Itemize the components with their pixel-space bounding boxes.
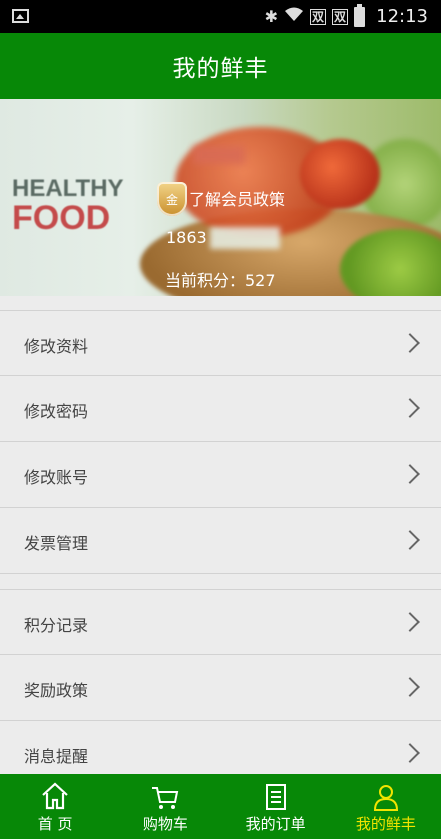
battery-icon — [354, 3, 365, 27]
menu-item-invoice-management[interactable]: 发票管理 — [0, 508, 441, 574]
banner-tomato-image-2 — [300, 139, 380, 209]
user-phone: 1863 — [166, 228, 207, 247]
menu-item-label: 积分记录 — [24, 616, 89, 635]
menu-item-label: 修改账号 — [24, 468, 89, 487]
chevron-right-icon — [400, 464, 420, 484]
chevron-right-icon — [400, 333, 420, 353]
tab-home-label: 首 页 — [37, 815, 73, 833]
tab-cart[interactable]: 购物车 — [110, 774, 220, 839]
phone-redacted — [210, 227, 280, 249]
chevron-right-icon — [400, 743, 420, 763]
app-header: 我的鲜丰 — [0, 33, 441, 99]
status-bar: ✱ 双 双 12:13 — [0, 0, 441, 33]
tab-orders[interactable]: 我的订单 — [221, 774, 331, 839]
gold-member-badge-icon: 金 — [157, 182, 187, 216]
menu-item-label: 修改密码 — [24, 402, 89, 421]
tab-cart-label: 购物车 — [142, 815, 188, 833]
chevron-right-icon — [400, 612, 420, 632]
menu-item-label: 修改资料 — [24, 337, 89, 356]
chevron-right-icon — [400, 398, 420, 418]
bluetooth-icon: ✱ — [264, 6, 278, 26]
user-icon — [373, 785, 398, 811]
image-notification-icon — [12, 9, 29, 23]
menu-item-change-password[interactable]: 修改密码 — [0, 376, 441, 442]
chevron-right-icon — [400, 530, 420, 550]
page-title: 我的鲜丰 — [172, 56, 269, 82]
banner-healthy-text: HEALTHY — [12, 175, 124, 202]
member-policy-link[interactable]: 了解会员政策 — [189, 186, 285, 210]
tab-my-account[interactable]: 我的鲜丰 — [331, 774, 441, 839]
menu-item-edit-profile[interactable]: 修改资料 — [0, 310, 441, 376]
menu-item-label: 消息提醒 — [24, 747, 89, 766]
account-menu: 修改资料 修改密码 修改账号 发票管理 — [0, 310, 441, 574]
order-icon — [265, 784, 286, 810]
tab-home[interactable]: 首 页 — [0, 774, 110, 839]
current-points: 当前积分：527 — [165, 271, 276, 290]
menu-item-reward-policy[interactable]: 奖励政策 — [0, 655, 441, 721]
home-icon — [42, 782, 68, 810]
menu-item-label: 发票管理 — [24, 534, 89, 553]
cart-icon — [152, 787, 179, 809]
banner-food-text: FOOD — [12, 199, 111, 237]
username-redacted — [193, 146, 245, 164]
points-menu: 积分记录 奖励政策 消息提醒 — [0, 589, 441, 774]
chevron-right-icon — [400, 677, 420, 697]
tab-orders-label: 我的订单 — [245, 815, 306, 833]
menu-item-change-account[interactable]: 修改账号 — [0, 442, 441, 508]
clock: 12:13 — [376, 6, 428, 27]
sim2-signal-icon: 双 — [331, 8, 348, 25]
wifi-icon — [284, 6, 304, 27]
bottom-tab-bar: 首 页 购物车 我的订单 我的鲜丰 — [0, 774, 441, 839]
status-icons: ✱ 双 双 — [264, 3, 365, 27]
badge-label: 金 — [165, 192, 178, 207]
tab-my-account-label: 我的鲜丰 — [355, 815, 416, 833]
menu-item-points-record[interactable]: 积分记录 — [0, 589, 441, 655]
profile-banner: HEALTHY FOOD 金 了解会员政策 1863 当前积分：527 — [0, 99, 441, 296]
sim1-signal-icon: 双 — [309, 8, 326, 25]
menu-item-message-reminder[interactable]: 消息提醒 — [0, 721, 441, 774]
menu-item-label: 奖励政策 — [24, 681, 89, 700]
